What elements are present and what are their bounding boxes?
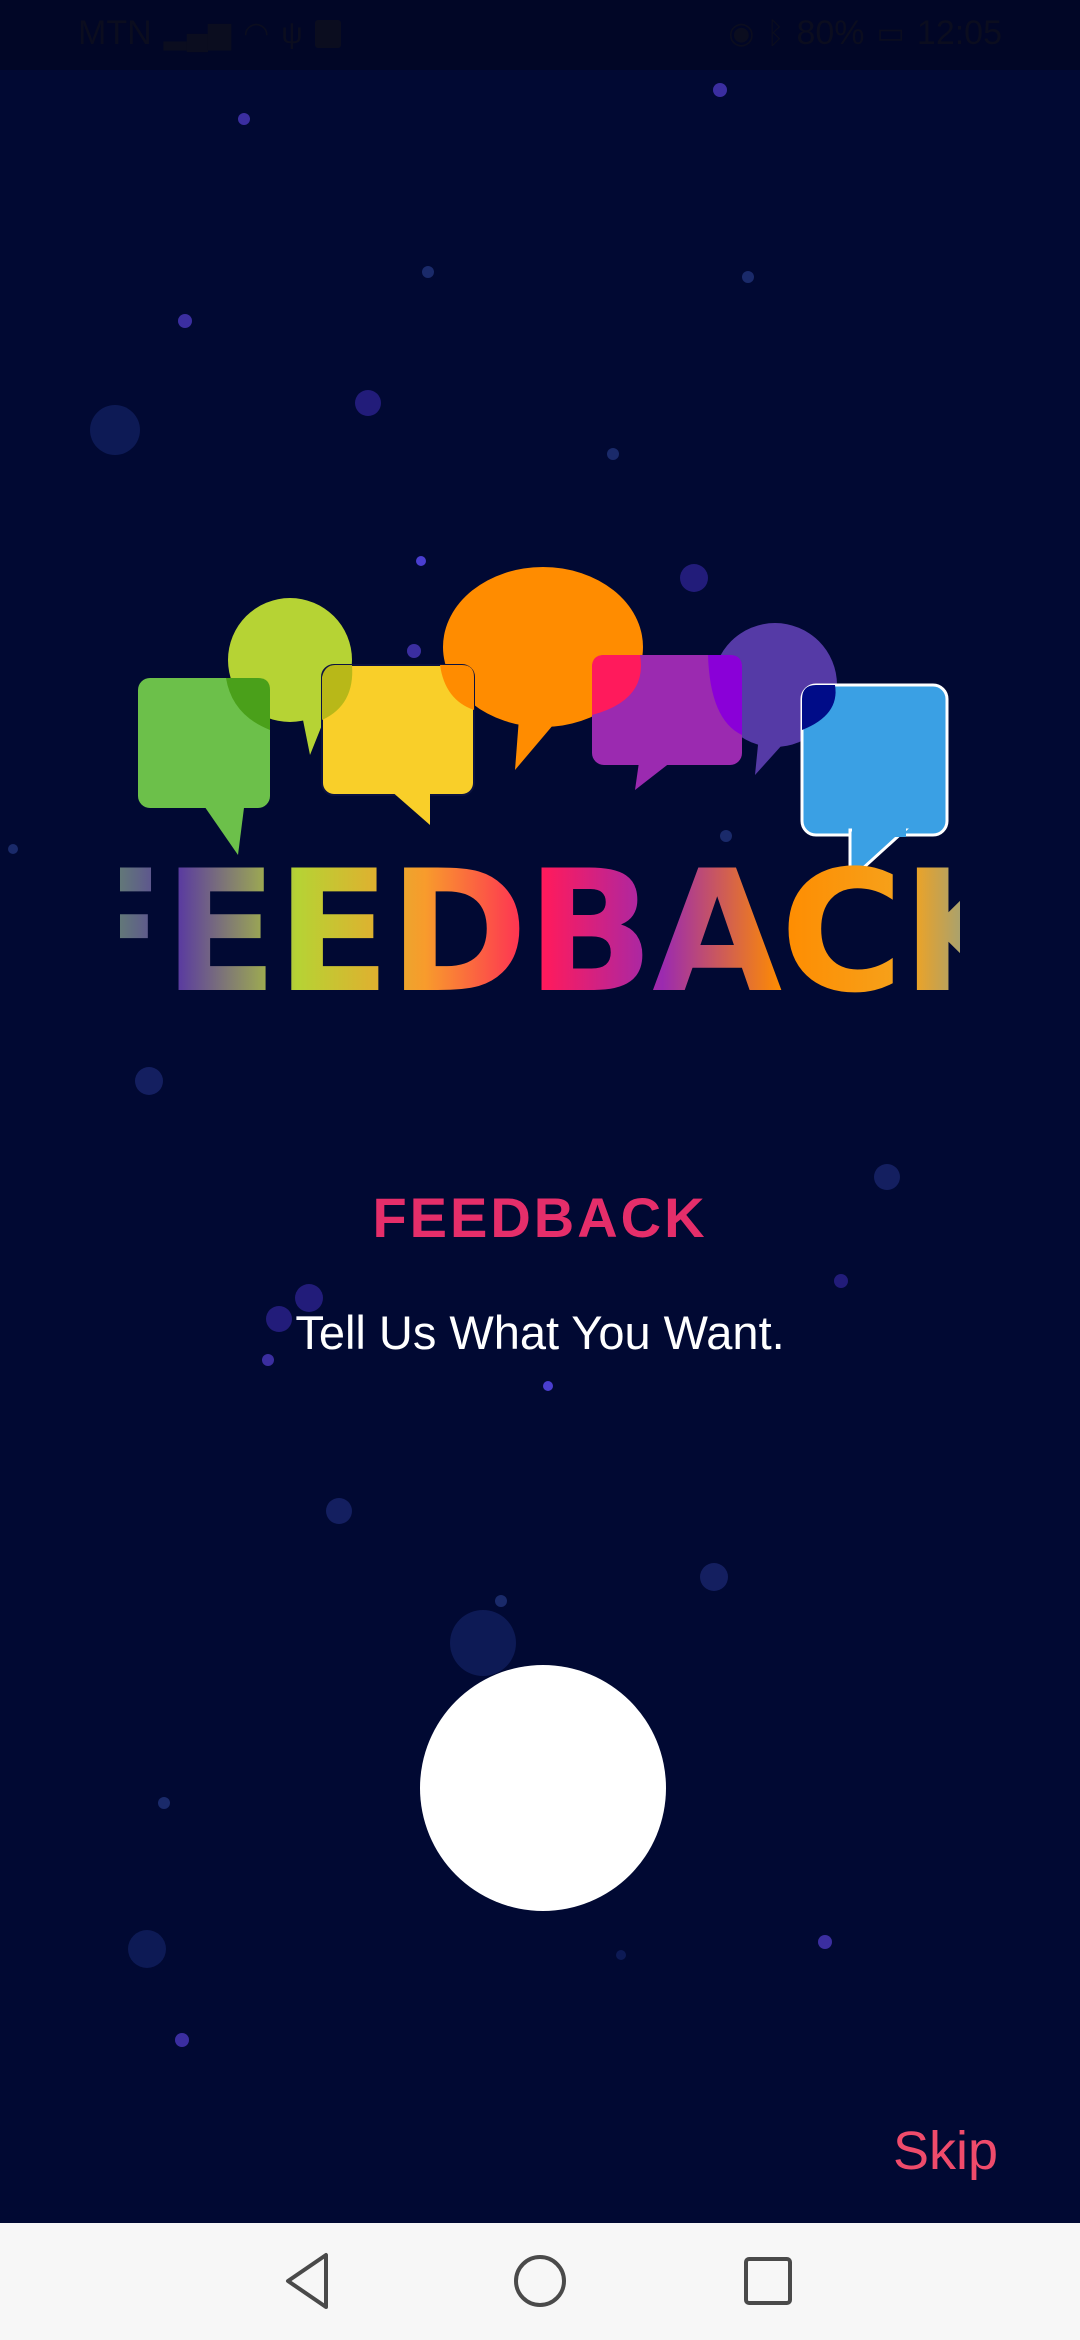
usb-icon: ψ xyxy=(281,16,303,50)
speech-bubble-green-icon xyxy=(138,678,270,855)
background-dot xyxy=(178,314,192,328)
background-dot xyxy=(175,2033,189,2047)
background-dot xyxy=(543,1381,553,1391)
page-title: FEEDBACK xyxy=(372,1186,708,1249)
background-dot xyxy=(450,1610,516,1676)
signal-icon: ▂▄▆ xyxy=(163,17,232,50)
sim-icon xyxy=(314,19,341,48)
background-dot xyxy=(90,405,140,455)
status-right: ◉ ᛒ 80% ▭ 12:05 xyxy=(728,14,1002,53)
continue-button[interactable] xyxy=(420,1665,666,1911)
background-dot xyxy=(834,1274,848,1288)
background-dot xyxy=(713,83,727,97)
background-dot xyxy=(238,113,250,125)
background-dot xyxy=(700,1563,728,1591)
background-dot xyxy=(355,390,381,416)
feedback-wordmark: FEEDBACK xyxy=(120,834,960,1015)
carrier-label: MTN xyxy=(78,14,152,52)
background-dot xyxy=(616,1950,626,1960)
background-dot xyxy=(422,266,434,278)
onboarding-screen: MTN ▂▄▆ ◠ ψ ◉ ᛒ 80% ▭ 12:05 EEDBAC FEEDB… xyxy=(0,0,1080,2340)
background-dot xyxy=(8,844,18,854)
skip-button[interactable]: Skip xyxy=(893,2120,998,2182)
navigation-bar xyxy=(0,2223,1080,2340)
back-icon xyxy=(286,2253,328,2309)
back-button[interactable] xyxy=(268,2241,348,2321)
speech-bubble-magenta-icon xyxy=(592,655,742,790)
background-dot xyxy=(495,1595,507,1607)
background-dot xyxy=(818,1935,832,1949)
recents-button[interactable] xyxy=(728,2241,808,2321)
background-dot xyxy=(158,1797,170,1809)
feedback-logo: FEEDBACK xyxy=(120,567,960,1015)
background-dot xyxy=(742,271,754,283)
recents-icon xyxy=(744,2257,792,2305)
status-left: MTN ▂▄▆ ◠ ψ xyxy=(78,14,341,53)
battery-icon: ▭ xyxy=(876,17,905,50)
page-subtitle: Tell Us What You Want. xyxy=(295,1306,785,1359)
status-time: 12:05 xyxy=(916,14,1002,52)
speech-bubble-yellow-icon xyxy=(321,664,475,825)
eye-icon: ◉ xyxy=(728,17,755,50)
background-dot xyxy=(607,448,619,460)
bluetooth-icon: ᛒ xyxy=(766,16,785,50)
background-dot xyxy=(135,1067,163,1095)
battery-percent: 80% xyxy=(796,14,865,52)
home-button[interactable] xyxy=(500,2241,580,2321)
home-icon xyxy=(514,2255,566,2307)
background-dot xyxy=(128,1930,166,1968)
status-bar: MTN ▂▄▆ ◠ ψ ◉ ᛒ 80% ▭ 12:05 xyxy=(0,0,1080,70)
background-dot xyxy=(326,1498,352,1524)
wifi-icon: ◠ xyxy=(243,17,270,50)
